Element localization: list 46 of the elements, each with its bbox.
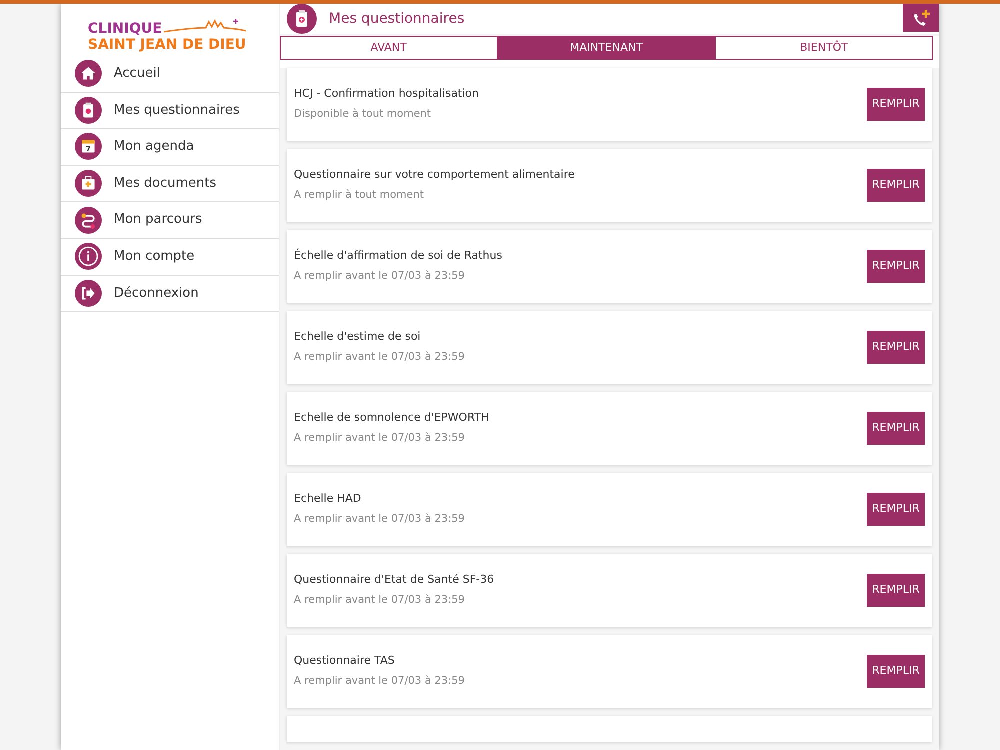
questionnaire-deadline: Disponible à tout moment (294, 107, 432, 122)
fill-button[interactable]: REMPLIR (867, 331, 925, 364)
questionnaire-deadline: A remplir à tout moment (294, 188, 425, 204)
tab[interactable]: AVANT (280, 36, 498, 60)
questionnaire-title: Échelle d'affirmation de soi de Rathus (294, 248, 504, 264)
questionnaire-title: Echelle HAD (294, 490, 362, 507)
questionnaire-deadline: A remplir avant le 07/03 à 23:59 (294, 269, 466, 284)
medical-case-icon (75, 170, 102, 198)
clipboard-icon (75, 96, 102, 124)
questionnaire-title: Echelle d'estime de soi (294, 328, 422, 345)
logo-text: SAINT JEAN DE DIEU (88, 37, 248, 53)
questionnaire-deadline: A remplir avant le 07/03 à 23:59 (294, 593, 466, 608)
fill-button[interactable]: REMPLIR (867, 574, 925, 607)
info-icon (75, 243, 102, 270)
questionnaire-title: Questionnaire sur votre comportement alimentaire (294, 166, 576, 183)
sidebar-item[interactable]: 7 Mon agenda (61, 129, 279, 166)
sun-logo-icon (162, 18, 248, 34)
calendar-icon: 7 (75, 133, 102, 160)
phone-call-button[interactable] (903, 4, 939, 32)
questionnaire-title: Echelle de somnolence d'EPWORTH (294, 410, 490, 426)
sidebar-item[interactable]: Mon compte (61, 238, 279, 276)
fill-button[interactable]: REMPLIR (867, 169, 925, 202)
fill-button[interactable]: REMPLIR (867, 493, 925, 526)
fill-button[interactable]: REMPLIR (867, 88, 925, 121)
sidebar-item[interactable]: Déconnexion (61, 276, 279, 312)
fill-button[interactable]: REMPLIR (867, 250, 925, 283)
fill-button[interactable]: REMPLIR (867, 655, 925, 688)
route-icon (75, 206, 102, 234)
questionnaire-deadline: A remplir avant le 07/03 à 23:59 (294, 512, 466, 528)
questionnaire-title: Questionnaire d'Etat de Santé SF-36 (294, 572, 496, 588)
tab[interactable]: BIENTÔT (715, 36, 934, 60)
sidebar-item[interactable]: Mes questionnaires (61, 92, 279, 130)
questionnaire-title: Questionnaire TAS (294, 652, 396, 669)
logo-text: CLINIQUE (88, 22, 162, 37)
sidebar-item[interactable]: Accueil (61, 56, 279, 93)
sidebar-item[interactable]: Mon parcours (61, 202, 279, 239)
questionnaire-deadline: A remplir avant le 07/03 à 23:59 (294, 674, 466, 690)
sidebar-item[interactable]: Mes documents (61, 166, 279, 202)
logout-icon (75, 280, 102, 307)
questionnaire-deadline: A remplir avant le 07/03 à 23:59 (294, 350, 466, 366)
questionnaire-title: HCJ - Confirmation hospitalisation (294, 86, 480, 102)
house-icon (75, 60, 102, 88)
questionnaire-deadline: A remplir avant le 07/03 à 23:59 (294, 431, 466, 446)
fill-button[interactable]: REMPLIR (867, 412, 925, 445)
page-title: Mes questionnaires (329, 10, 465, 28)
tab[interactable]: MAINTENANT (498, 36, 716, 60)
